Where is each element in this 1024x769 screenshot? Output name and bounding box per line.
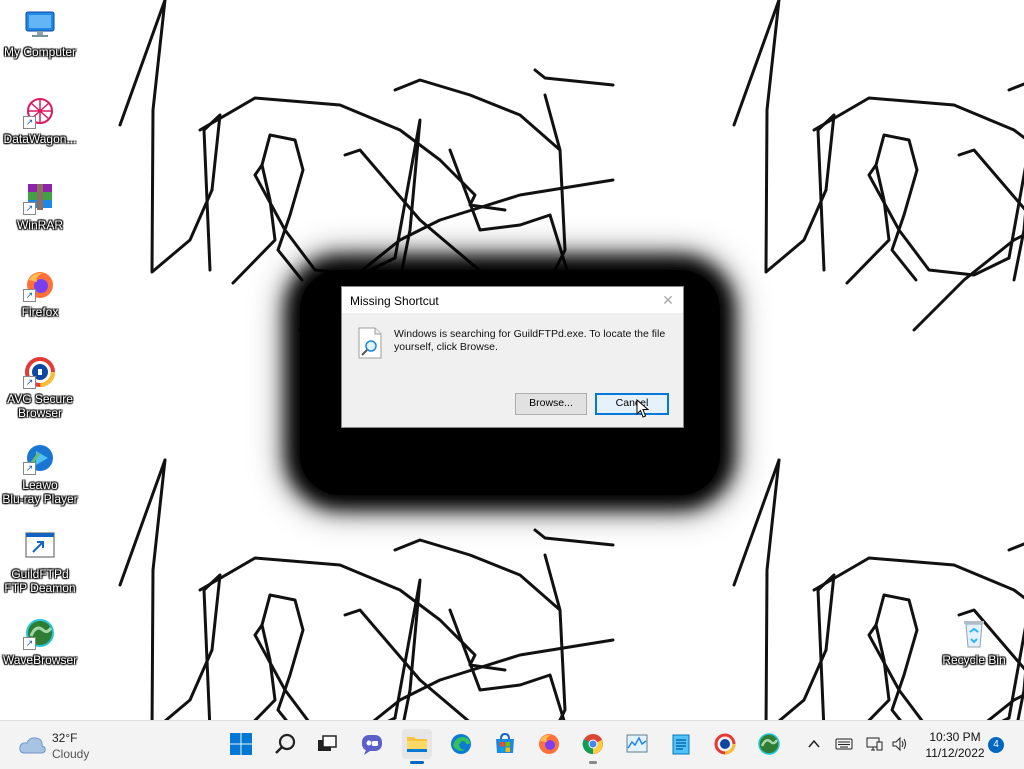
chat-icon[interactable] <box>357 729 387 759</box>
task-view-icon[interactable] <box>312 729 342 759</box>
taskbar: 32°F Cloudy 10:30 PM 11/12/2022 4 <box>0 720 1024 769</box>
shortcut-arrow-icon: ↗ <box>23 289 36 302</box>
search-file-icon <box>356 327 384 359</box>
guildftpd-shortcut-icon <box>23 530 57 564</box>
windows-start-icon[interactable] <box>226 729 256 759</box>
weather-widget[interactable]: 32°F Cloudy <box>16 729 116 761</box>
browse-button[interactable]: Browse... <box>515 393 587 415</box>
weather-condition: Cloudy <box>52 747 90 761</box>
dialog-titlebar[interactable]: Missing Shortcut ✕ <box>342 287 683 313</box>
monitor-icon <box>23 8 57 42</box>
shortcut-arrow-icon: ↗ <box>23 637 36 650</box>
notification-badge[interactable]: 4 <box>988 737 1004 753</box>
shortcut-arrow-icon: ↗ <box>23 202 36 215</box>
keyboard-icon[interactable] <box>832 729 856 759</box>
desktop-icon-label: AVG Secure Browser <box>7 392 73 420</box>
cloud-icon <box>19 737 46 754</box>
desktop-icon-my-computer[interactable]: My Computer <box>0 8 80 59</box>
chevron-up-icon[interactable] <box>802 729 826 759</box>
leawo-bluray-icon: ↗ <box>23 441 57 475</box>
desktop-icon-label: My Computer <box>3 45 77 59</box>
dialog-message: Windows is searching for GuildFTPd.exe. … <box>394 328 666 353</box>
desktop-icon-wavebrowser[interactable]: ↗ WaveBrowser <box>0 616 80 667</box>
desktop-icon-winrar[interactable]: ↗ WinRAR <box>0 181 80 232</box>
firefox-icon: ↗ <box>23 268 57 302</box>
cancel-button[interactable]: Cancel <box>595 393 669 415</box>
missing-shortcut-dialog: Missing Shortcut ✕ Windows is searching … <box>341 286 684 428</box>
desktop-icon-firefox[interactable]: ↗ Firefox <box>0 268 80 319</box>
tray-clock-time[interactable]: 10:30 PM <box>920 730 990 744</box>
winrar-icon: ↗ <box>23 181 57 215</box>
microsoft-store-icon[interactable] <box>490 729 520 759</box>
desktop-icon-label: DataWagon... <box>3 132 77 146</box>
desktop-icon-label: WaveBrowser <box>2 653 78 667</box>
shortcut-arrow-icon: ↗ <box>23 376 36 389</box>
wavebrowser-icon: ↗ <box>23 616 57 650</box>
close-icon[interactable]: ✕ <box>659 291 677 309</box>
volume-icon[interactable] <box>888 729 912 759</box>
desktop-icon-label: Recycle Bin <box>942 653 1006 667</box>
shortcut-arrow-icon: ↗ <box>23 462 36 475</box>
desktop-icon-label: WinRAR <box>16 218 63 232</box>
desktop-icon-avg-secure-browser[interactable]: ↗ AVG Secure Browser <box>0 355 80 420</box>
firefox-icon[interactable] <box>534 729 564 759</box>
avg-browser-icon[interactable] <box>710 729 740 759</box>
avg-browser-icon: ↗ <box>23 355 57 389</box>
performance-monitor-icon[interactable] <box>622 729 652 759</box>
notepad-icon[interactable] <box>666 729 696 759</box>
datawagon-icon: ↗ <box>23 95 57 129</box>
wavebrowser-icon[interactable] <box>754 729 784 759</box>
search-icon[interactable] <box>271 729 301 759</box>
mouse-cursor-icon <box>636 399 650 418</box>
chrome-icon[interactable] <box>578 729 608 764</box>
desktop-icon-label: Leawo Blu-ray Player <box>2 478 78 506</box>
network-icon[interactable] <box>862 729 886 759</box>
recycle-bin-icon <box>957 616 991 650</box>
desktop-icon-label: Firefox <box>21 305 59 319</box>
desktop-icon-recycle-bin[interactable]: Recycle Bin <box>934 616 1014 667</box>
file-explorer-icon[interactable] <box>402 729 432 764</box>
dialog-title: Missing Shortcut <box>350 294 439 308</box>
desktop-icon-leawo[interactable]: ↗ Leawo Blu-ray Player <box>0 441 80 506</box>
weather-temperature: 32°F <box>52 731 78 745</box>
edge-icon[interactable] <box>446 729 476 759</box>
shortcut-arrow-icon: ↗ <box>23 116 36 129</box>
desktop-icon-datawagon[interactable]: ↗ DataWagon... <box>0 95 80 146</box>
tray-clock-date[interactable]: 11/12/2022 <box>920 746 990 760</box>
desktop-icon-label: GuildFTPd FTP Deamon <box>4 567 76 595</box>
desktop-icon-guildftpd[interactable]: GuildFTPd FTP Deamon <box>0 530 80 595</box>
